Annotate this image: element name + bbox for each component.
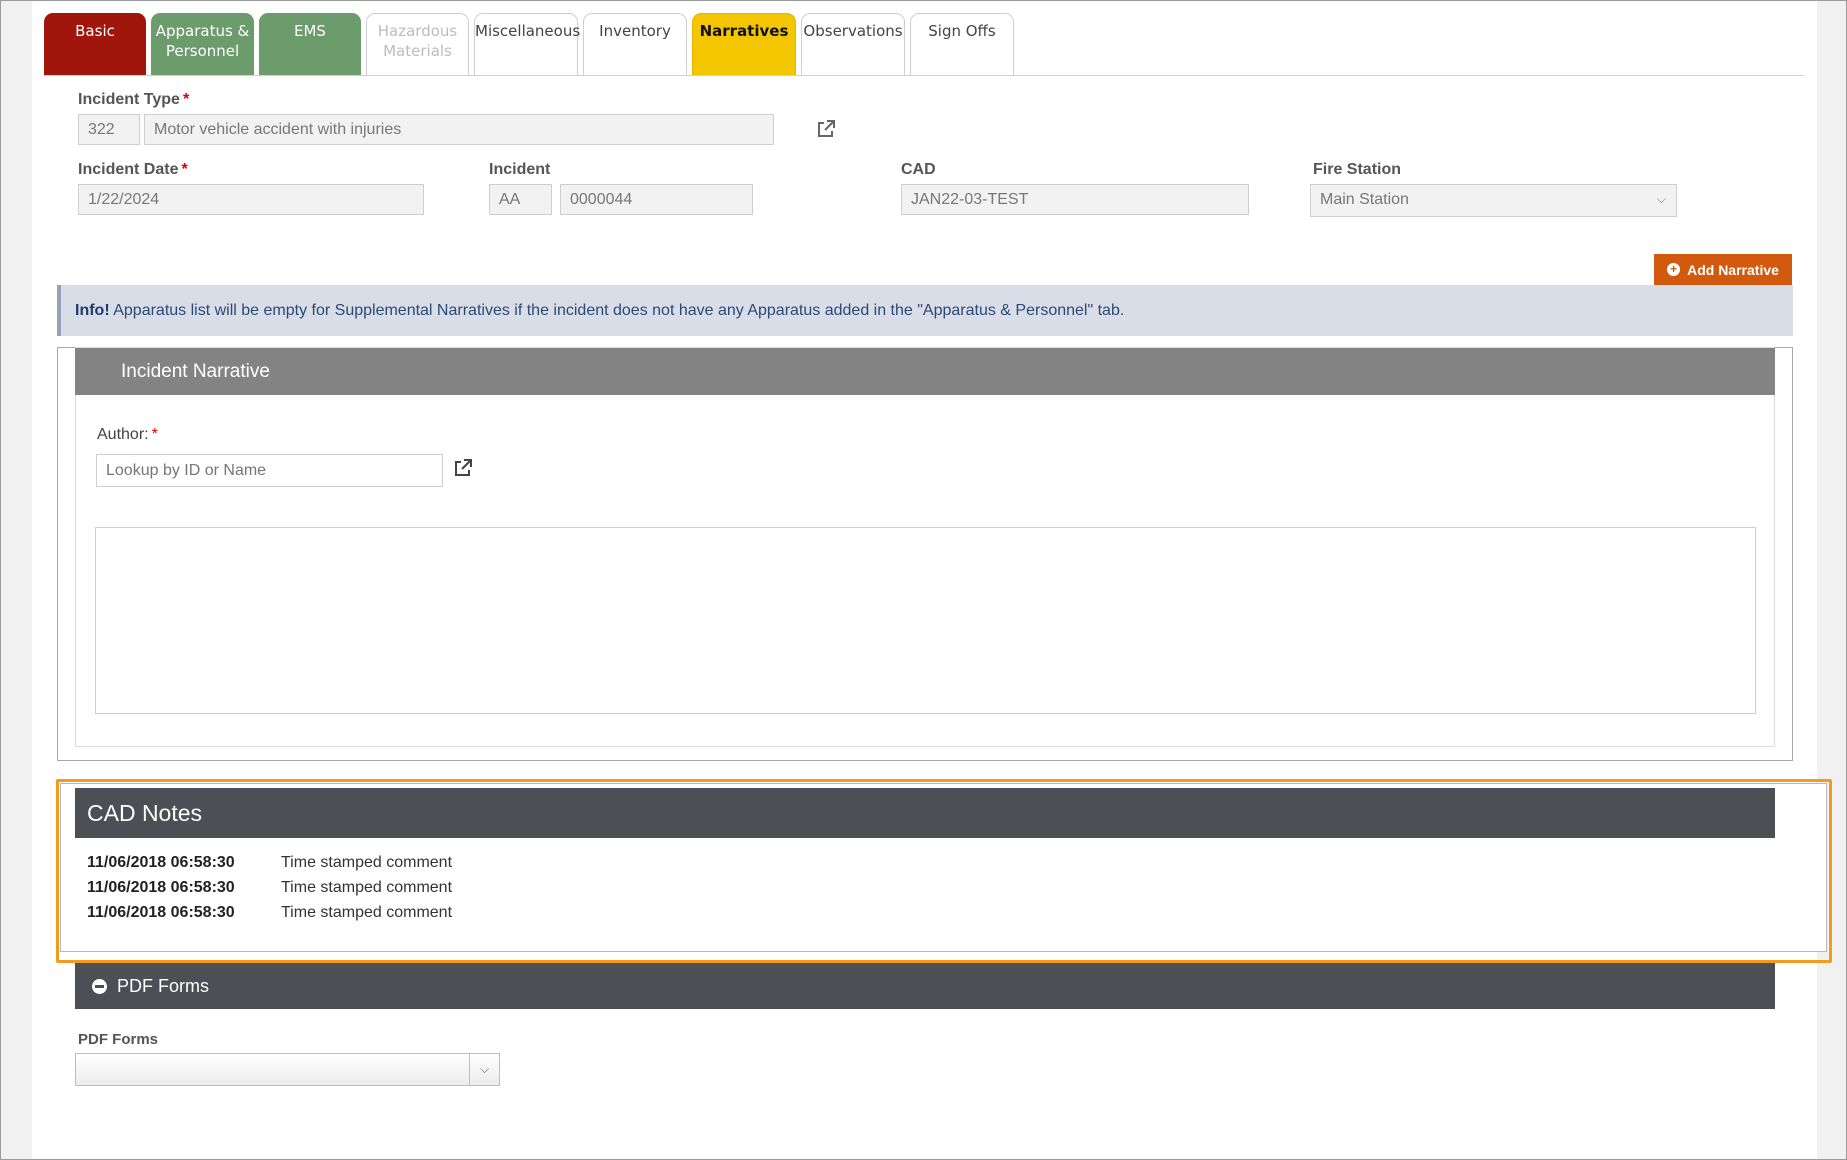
tab-label: Observations: [803, 22, 903, 40]
tab-label: Miscellaneous: [475, 22, 581, 40]
incident-type-code-field[interactable]: 322: [78, 114, 140, 145]
tab-label-line2: Materials: [383, 42, 452, 60]
pdf-forms-title: PDF Forms: [117, 976, 209, 996]
tab-sign-offs[interactable]: Sign Offs: [910, 13, 1014, 75]
tab-miscellaneous[interactable]: Miscellaneous: [474, 13, 581, 75]
incident-type-description-field[interactable]: Motor vehicle accident with injuries: [144, 114, 774, 145]
fire-station-select[interactable]: Main Station ⌵: [1310, 184, 1677, 217]
incident-page: Basic Apparatus & Personnel EMS Hazardou…: [32, 1, 1832, 1159]
tab-ems[interactable]: EMS: [259, 13, 361, 75]
incident-label: Incident: [489, 161, 551, 178]
tab-hazardous-materials[interactable]: Hazardous Materials: [366, 13, 469, 75]
tab-label: Inventory: [599, 22, 671, 40]
plus-circle-icon: +: [1667, 263, 1681, 276]
cad-label: CAD: [901, 161, 936, 178]
fire-station-value: Main Station: [1320, 191, 1409, 208]
info-prefix: Info!: [75, 302, 110, 319]
tab-inventory[interactable]: Inventory: [583, 13, 687, 75]
add-narrative-button[interactable]: + Add Narrative: [1654, 254, 1792, 285]
tab-apparatus-personnel[interactable]: Apparatus & Personnel: [151, 13, 254, 75]
tab-label: Apparatus &: [155, 22, 250, 40]
tab-bar: Basic Apparatus & Personnel EMS Hazardou…: [44, 13, 1019, 75]
tab-divider: [44, 75, 1804, 76]
author-lookup-input[interactable]: [96, 454, 443, 487]
info-alert: Info! Apparatus list will be empty for S…: [57, 285, 1793, 336]
chevron-down-icon[interactable]: ⌵: [469, 1054, 499, 1085]
pdf-forms-label: PDF Forms: [78, 1031, 159, 1048]
tab-label: Sign Offs: [928, 22, 996, 40]
cad-field[interactable]: JAN22-03-TEST: [901, 184, 1249, 215]
tab-label: Narratives: [699, 22, 789, 40]
tab-narratives[interactable]: Narratives: [692, 13, 796, 75]
incident-date-label: Incident Date *: [78, 161, 188, 178]
incident-number-field[interactable]: 0000044: [560, 184, 753, 215]
external-link-icon[interactable]: [453, 458, 473, 478]
incident-date-field[interactable]: 1/22/2024: [78, 184, 424, 215]
add-narrative-label: Add Narrative: [1687, 261, 1779, 278]
tab-label-line2: Personnel: [165, 42, 240, 60]
narrative-panel-title: Incident Narrative: [75, 348, 1775, 395]
fire-station-label: Fire Station: [1313, 161, 1402, 178]
author-label: Author: *: [97, 426, 158, 443]
narrative-text-area[interactable]: [95, 527, 1756, 714]
chevron-down-icon: ⌵: [1656, 192, 1666, 206]
tab-observations[interactable]: Observations: [801, 13, 905, 75]
cad-notes-highlight: [56, 779, 1832, 963]
pdf-forms-header[interactable]: PDF Forms: [75, 963, 1775, 1009]
incident-prefix-field[interactable]: AA: [489, 184, 552, 215]
pdf-forms-select[interactable]: ⌵: [75, 1053, 500, 1086]
tab-label: EMS: [294, 22, 326, 40]
tab-label: Hazardous: [377, 22, 458, 40]
tab-label: Basic: [75, 22, 115, 40]
minus-circle-icon[interactable]: [92, 979, 107, 994]
tab-basic[interactable]: Basic: [44, 13, 146, 75]
external-link-icon[interactable]: [816, 119, 836, 139]
info-message: Apparatus list will be empty for Supplem…: [109, 302, 1125, 319]
incident-type-label: Incident Type *: [78, 91, 190, 108]
